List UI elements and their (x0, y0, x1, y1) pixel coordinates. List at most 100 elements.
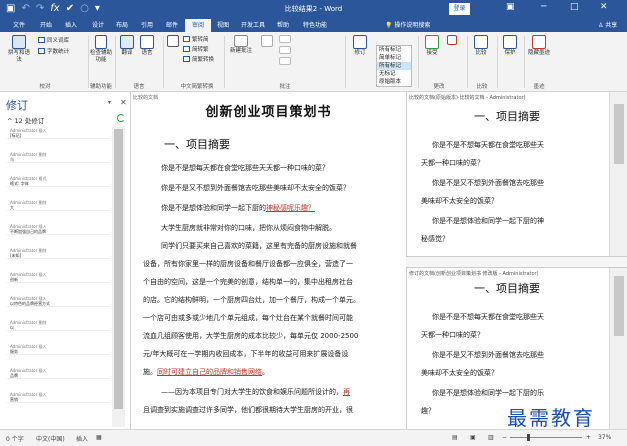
revision-item[interactable]: Administrator 插入 创新 (7, 271, 110, 283)
simp-to-trad-icon (183, 46, 190, 52)
refresh-icon[interactable] (117, 114, 125, 122)
simp-to-trad-button[interactable]: 简转繁 (183, 45, 209, 53)
markup-option[interactable]: 简单标记 (377, 54, 411, 62)
revision-item[interactable]: Administrator 删除与 (7, 151, 110, 163)
web-layout-icon[interactable]: ▥ (488, 434, 494, 441)
group-separator (163, 36, 164, 88)
close-button[interactable]: ✕ (600, 2, 608, 12)
revisions-scrollbar[interactable] (112, 127, 125, 427)
track-changes-button[interactable]: 修订 (350, 35, 370, 57)
revision-item[interactable]: Administrator 插入 [标记] (7, 127, 110, 139)
revision-item[interactable]: Administrator 删除 [未知] (7, 247, 110, 259)
zoom-slider[interactable] (510, 437, 582, 438)
convert-button[interactable]: 简繁转换 (183, 55, 214, 63)
print-layout-icon[interactable]: ▣ (470, 434, 476, 441)
revision-item[interactable]: Administrator 删除大 (7, 199, 110, 211)
markup-option[interactable]: 所有标记 (377, 46, 411, 54)
accept-button[interactable]: 接受 (422, 35, 442, 57)
trad-to-simp-icon (183, 36, 190, 42)
section-heading: 一、项目摘要 (164, 138, 230, 151)
ribbon-display-icon[interactable]: ▣ (506, 2, 515, 12)
original-scrollbar[interactable] (609, 92, 627, 256)
new-comment-button[interactable]: 新建批注 (228, 35, 254, 55)
language-button[interactable]: 语言 (138, 35, 156, 57)
markup-option[interactable]: 无标记 (377, 70, 411, 78)
accept-icon (425, 35, 439, 49)
tab-file[interactable]: 文件 (11, 19, 27, 32)
tab-help[interactable]: 帮助 (275, 19, 291, 32)
scrollbar-thumb[interactable] (114, 129, 123, 409)
tab-home[interactable]: 开始 (38, 19, 54, 32)
compare-button[interactable]: 比较 (470, 35, 492, 57)
login-button[interactable]: 登录 (449, 3, 470, 15)
translate-button[interactable]: 翻译 (118, 35, 136, 57)
body-line: 你是不是想每天都在食堂吃那些天天都一种口味的菜？ (161, 164, 329, 172)
group-separator (524, 36, 525, 88)
minimize-button[interactable]: ─ (541, 2, 546, 12)
body-line: 一个店可由或多或少地几个单元组成，每个灶台在某个就餐时间可能 (143, 314, 353, 322)
protect-button[interactable]: 保护 (499, 35, 521, 57)
body-text: ——因为本项目专门对大学生的饮食和娱乐问题所设计的， (161, 388, 343, 396)
share-button[interactable]: ♙ 共享 (598, 19, 617, 32)
language-status[interactable]: 中文(中国) (36, 434, 65, 443)
spelling-button[interactable]: 拼写和语法 (6, 35, 32, 64)
word-count-button[interactable]: 字数统计 (38, 47, 69, 55)
reject-button[interactable] (446, 35, 458, 46)
tab-developer[interactable]: 开发工具 (238, 19, 268, 32)
revision-item[interactable]: Administrator 删除以 (7, 319, 110, 331)
zoom-slider-handle[interactable] (527, 434, 530, 441)
close-icon[interactable]: ✕ (120, 98, 127, 107)
tab-insert[interactable]: 插入 (63, 19, 79, 32)
read-mode-icon[interactable]: ▤ (452, 434, 458, 441)
original-document-pane[interactable]: 比较的文档(原始版本)·比较的文档 - Administrator) 一、项目摘… (406, 92, 609, 256)
new-comment-label: 新建批注 (229, 48, 252, 54)
revision-count[interactable]: ^ 12 处修订 (7, 115, 44, 125)
tab-references[interactable]: 引用 (139, 19, 155, 32)
revision-item[interactable]: Administrator 插入 品牌 (7, 367, 110, 379)
revision-item[interactable]: Administrator 插入 以特色的品牌经营方式 (7, 295, 110, 307)
share-label: 共享 (605, 22, 618, 29)
chinese-convert-icon-button[interactable] (166, 35, 180, 48)
prev-comment-button[interactable] (278, 35, 292, 44)
tab-review[interactable]: 审阅 (185, 19, 211, 32)
delete-comment-button[interactable] (260, 35, 274, 48)
tell-me-search[interactable]: 💡 操作说明搜索 (385, 19, 430, 32)
revision-item[interactable]: Administrator 插入 营销 (7, 391, 110, 403)
macro-icon[interactable]: ▦ (96, 434, 102, 441)
tab-layout[interactable]: 布局 (114, 19, 130, 32)
revision-item[interactable]: Administrator 格式 格式: 字体 (7, 175, 110, 187)
show-comments-icon (279, 57, 291, 65)
markup-option-selected[interactable]: 所有标记 (377, 62, 411, 70)
tab-mailings[interactable]: 邮件 (164, 19, 180, 32)
word-count-label: 字数统计 (47, 49, 70, 55)
revision-item[interactable]: Administrator 插入 不断加强自己的品牌 (7, 223, 110, 235)
revision-item[interactable]: Administrator 插入 服务 (7, 343, 110, 355)
word-count-status[interactable]: 0 个字 (6, 434, 24, 443)
trad-to-simp-button[interactable]: 繁转简 (183, 35, 209, 43)
insert-mode-status[interactable]: 插入 (76, 434, 88, 443)
check-accessibility-button[interactable]: 检查辅助功能 (90, 35, 112, 64)
horizontal-scrollbar[interactable] (406, 256, 627, 268)
group-separator (345, 36, 346, 88)
zoom-out-icon[interactable]: − (502, 434, 507, 441)
scrollbar-thumb[interactable] (614, 276, 624, 336)
chevron-down-icon[interactable]: ▾ (108, 99, 111, 106)
hide-ink-button[interactable]: 隐藏墨迹 (527, 35, 551, 57)
markup-dropdown[interactable]: 所有标记 简单标记 所有标记 无标记 原始版本 (376, 45, 412, 87)
show-comments-button[interactable] (278, 57, 292, 66)
revised-scrollbar[interactable] (609, 268, 627, 429)
zoom-level[interactable]: 37% (598, 434, 611, 441)
scrollbar-thumb[interactable] (614, 104, 624, 164)
revised-line: 美味却不太安全的饭菜？ (421, 369, 498, 377)
tab-view[interactable]: 视图 (215, 19, 231, 32)
ink-group-label: 墨迹 (533, 84, 545, 90)
changes-group-label: 更改 (433, 84, 445, 90)
zoom-in-icon[interactable]: + (586, 434, 591, 441)
thesaurus-button[interactable]: 同义词库 (38, 36, 69, 44)
tab-features[interactable]: 特色功能 (300, 19, 330, 32)
tab-design[interactable]: 设计 (90, 19, 106, 32)
next-comment-button[interactable] (278, 46, 292, 55)
maximize-button[interactable]: □ (570, 2, 579, 12)
compared-document[interactable]: 比较的文档 创新创业项目策划书 一、项目摘要 你是不是想每天都在食堂吃那些天天都… (131, 92, 406, 429)
markup-option[interactable]: 原始版本 (377, 78, 411, 86)
